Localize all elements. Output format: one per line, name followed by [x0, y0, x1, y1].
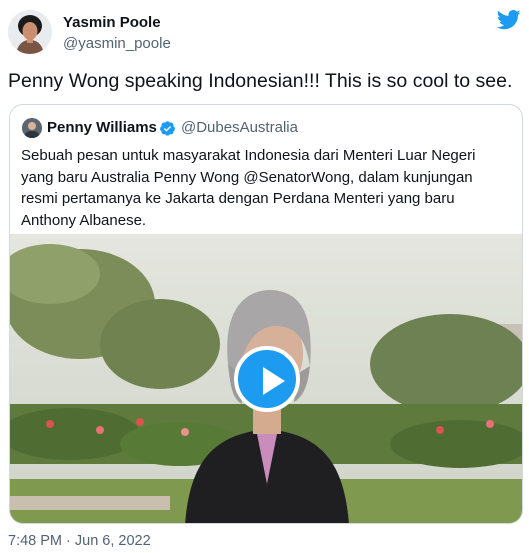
author-avatar[interactable]: [8, 10, 52, 54]
verified-badge-icon: [159, 120, 176, 137]
play-button[interactable]: [234, 346, 300, 412]
tweet-text: Penny Wong speaking Indonesian!!! This i…: [8, 70, 513, 92]
twitter-bird-icon[interactable]: [496, 10, 521, 30]
quoted-author-avatar[interactable]: [22, 118, 42, 138]
tweet-timestamp[interactable]: 7:48 PM · Jun 6, 2022: [8, 533, 151, 549]
quoted-author-name[interactable]: Penny Williams: [47, 119, 157, 136]
author-name[interactable]: Yasmin Poole: [63, 14, 161, 31]
quoted-author-handle[interactable]: @DubesAustralia: [181, 119, 298, 136]
tweet-header: Yasmin Poole @yasmin_poole: [8, 10, 521, 54]
video-player[interactable]: [10, 234, 522, 523]
play-icon: [263, 367, 285, 395]
quoted-tweet-text: Sebuah pesan untuk masyarakat Indonesia …: [21, 147, 476, 229]
quoted-tweet[interactable]: Penny Williams @DubesAustralia Sebuah pe…: [9, 104, 523, 524]
author-handle[interactable]: @yasmin_poole: [63, 35, 171, 52]
